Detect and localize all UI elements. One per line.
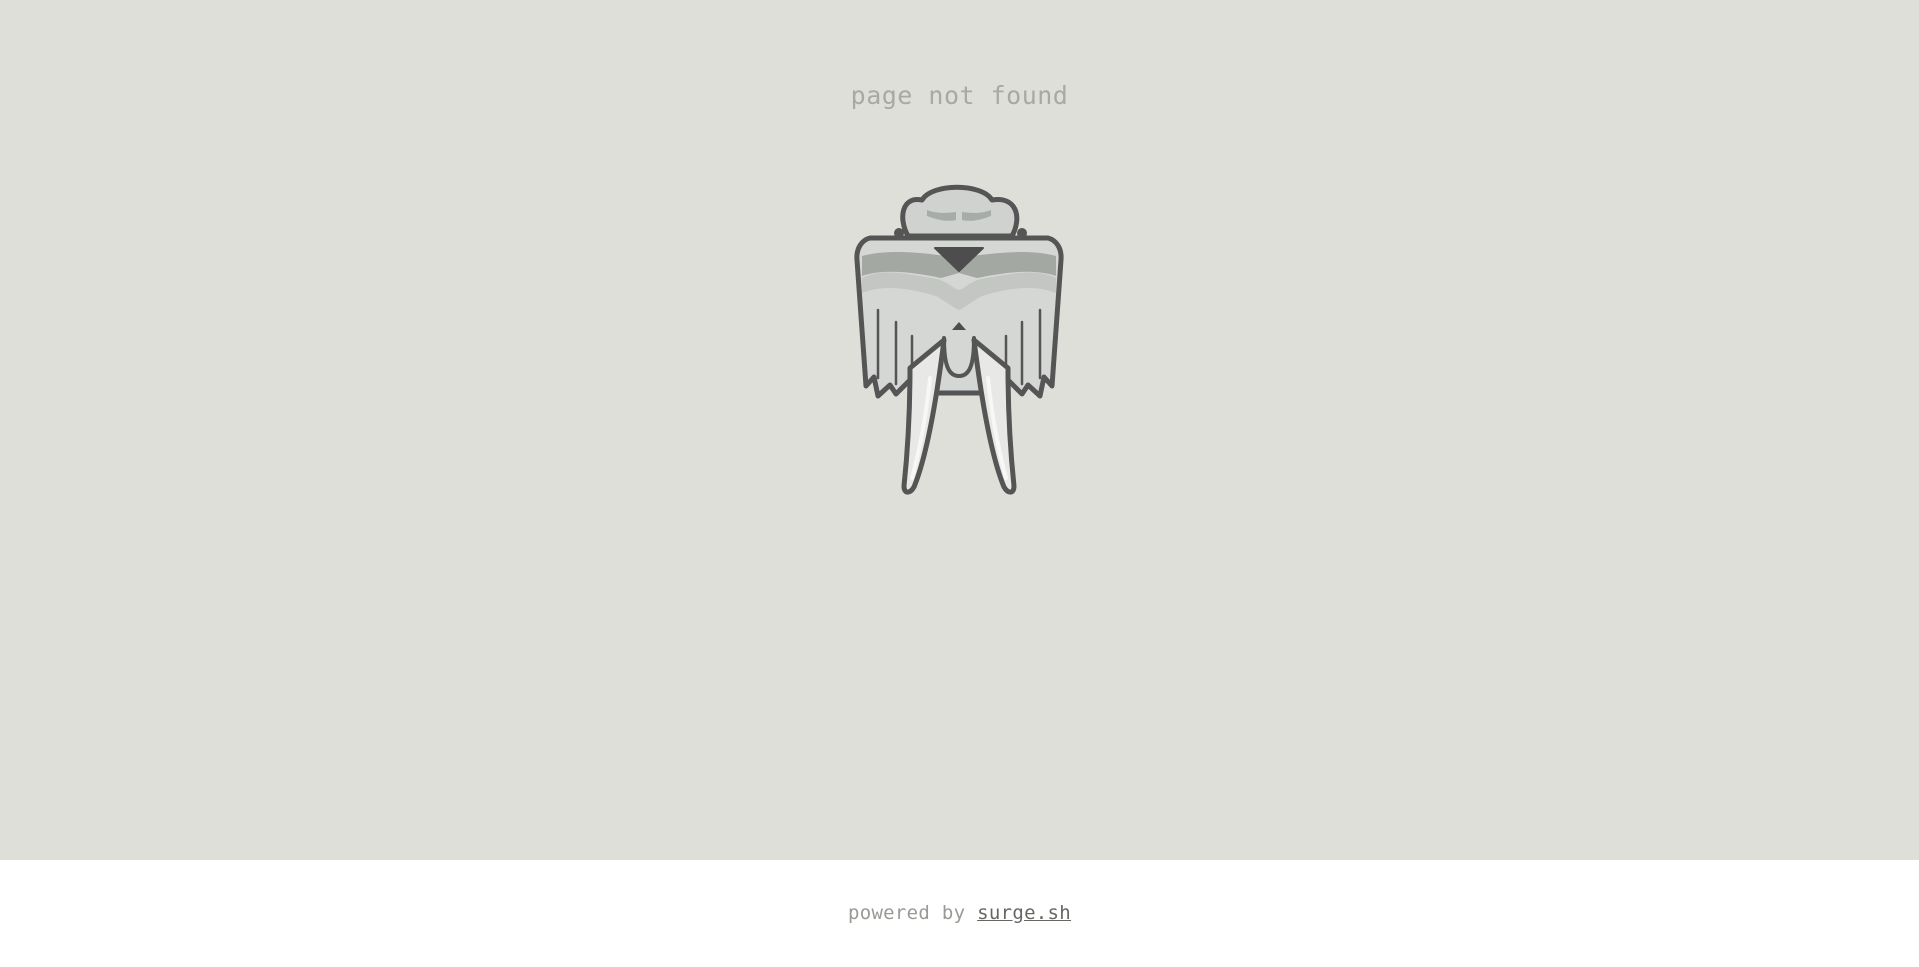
- footer-text: powered by surge.sh: [0, 899, 1919, 927]
- footer-prefix: powered by: [847, 902, 978, 924]
- surge-link[interactable]: surge.sh: [977, 902, 1071, 924]
- walrus-icon: [854, 184, 1064, 495]
- page-title: page not found: [850, 81, 1069, 110]
- main-area: page not found: [0, 0, 1919, 860]
